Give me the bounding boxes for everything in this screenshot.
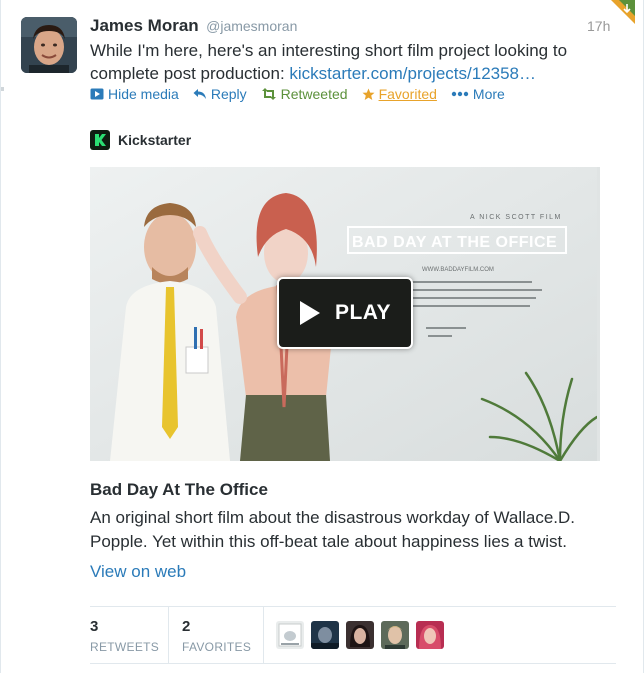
avatar[interactable] (21, 17, 77, 73)
hide-media-button[interactable]: Hide media (90, 86, 179, 102)
reply-button[interactable]: Reply (193, 86, 247, 102)
divider-mark (1, 87, 4, 91)
favorites-label: FAVORITES (182, 640, 252, 654)
tweet-stats: 3 RETWEETS 2 FAVORITES (90, 606, 616, 664)
tweet-text: While I'm here, here's an interesting sh… (90, 39, 590, 85)
favorited-button[interactable]: Favorited (362, 86, 437, 102)
favorited-label: Favorited (378, 86, 437, 102)
star-icon (362, 88, 375, 100)
retweet-icon (261, 88, 276, 100)
card-title[interactable]: Bad Day At The Office (90, 480, 268, 500)
reply-label: Reply (210, 86, 247, 102)
username[interactable]: @jamesmoran (206, 18, 297, 34)
play-label: PLAY (334, 301, 392, 324)
video-thumbnail[interactable]: A NICK SCOTT FILM BAD DAY AT THE OFFICE … (90, 167, 600, 461)
more-dots-icon (451, 91, 469, 97)
retweets-stat[interactable]: 3 RETWEETS (90, 607, 169, 663)
engager-avatars (264, 607, 451, 663)
reply-icon (193, 89, 206, 99)
poster-url: WWW.BADDAYFILM.COM (422, 267, 494, 273)
more-button[interactable]: More (451, 86, 505, 102)
retweets-count: 3 (90, 618, 99, 635)
timestamp[interactable]: 17h (587, 18, 610, 34)
poster-title: BAD DAY AT THE OFFICE (352, 234, 557, 251)
engager-avatar[interactable] (416, 621, 444, 649)
kickstarter-logo-icon (90, 130, 110, 150)
play-icon (299, 301, 320, 325)
media-icon (90, 88, 104, 100)
engager-avatar[interactable] (311, 621, 339, 649)
retweets-label: RETWEETS (90, 640, 160, 654)
view-on-web-link[interactable]: View on web (90, 562, 186, 582)
engager-avatar[interactable] (276, 621, 304, 649)
more-label: More (472, 86, 505, 102)
favorites-count: 2 (182, 618, 191, 635)
card-source-name: Kickstarter (118, 132, 192, 148)
retweeted-label: Retweeted (280, 86, 348, 102)
hide-media-label: Hide media (108, 86, 179, 102)
play-button[interactable]: PLAY (277, 277, 413, 349)
engager-avatar[interactable] (346, 621, 374, 649)
fullname[interactable]: James Moran (90, 16, 199, 35)
corner-retweet-badge (611, 0, 635, 24)
tweet-actions: Hide media Reply Retweeted Favorited Mor… (90, 84, 519, 104)
retweeted-button[interactable]: Retweeted (261, 86, 348, 102)
card-description: An original short film about the disastr… (90, 508, 576, 551)
tweet-link[interactable]: kickstarter.com/projects/12358… (289, 64, 536, 83)
poster-credit: A NICK SCOTT FILM (470, 214, 562, 221)
card-source[interactable]: Kickstarter (90, 130, 191, 150)
favorites-stat[interactable]: 2 FAVORITES (169, 607, 264, 663)
engager-avatar[interactable] (381, 621, 409, 649)
tweet: 17h James Moran @jamesmoran While I'm he… (0, 0, 644, 673)
tweet-header: James Moran @jamesmoran (90, 16, 297, 36)
